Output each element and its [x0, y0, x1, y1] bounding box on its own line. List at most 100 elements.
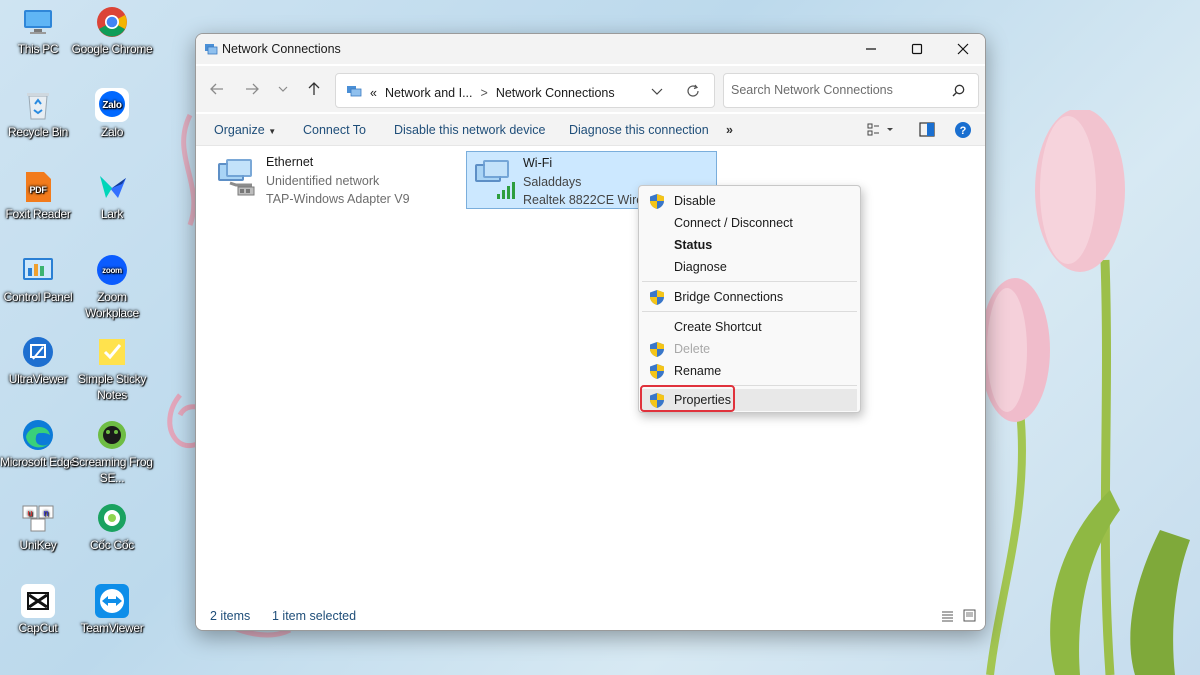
desktop-icon-coccoc[interactable]: Cốc Cốc [70, 501, 154, 553]
diagnose-button[interactable]: Diagnose this connection [569, 123, 709, 137]
coccoc-icon [95, 501, 129, 535]
zoom-icon: zoom [95, 253, 129, 287]
menu-item-status[interactable]: Status [642, 234, 857, 256]
uac-shield-icon [649, 392, 665, 412]
disable-device-button[interactable]: Disable this network device [394, 123, 545, 137]
breadcrumb-separator[interactable]: > [481, 86, 488, 100]
address-dropdown-button[interactable] [651, 85, 663, 100]
menu-separator [642, 281, 857, 282]
wallpaper-tulips [980, 110, 1190, 675]
desktop-icon-label: Recycle Bin [7, 125, 69, 139]
breadcrumb-current[interactable]: Network Connections [496, 86, 615, 100]
back-button[interactable] [205, 78, 229, 100]
menu-item-label: Status [674, 238, 713, 252]
minimize-button[interactable] [848, 34, 894, 64]
desktop-icon-control-panel[interactable]: Control Panel [0, 253, 80, 305]
desktop-icon-label: TeamViewer [80, 621, 144, 635]
search-box[interactable] [723, 73, 979, 108]
recycle-bin-icon [21, 88, 55, 122]
menu-item-connect-disconnect[interactable]: Connect / Disconnect [642, 212, 857, 234]
connection-status: Unidentified network [266, 174, 380, 188]
connections-list: Ethernet Unidentified network TAP-Window… [196, 146, 985, 604]
address-bar[interactable]: « Network and I... > Network Connections [335, 73, 715, 108]
desktop-icon-screaming-frog[interactable]: Screaming Frog SE... [70, 418, 154, 486]
context-menu: Disable Connect / Disconnect Status Diag… [638, 185, 861, 413]
arrow-left-icon [210, 83, 223, 95]
menu-item-bridge-connections[interactable]: Bridge Connections [642, 286, 857, 308]
menu-separator [642, 385, 857, 386]
title-bar[interactable]: Network Connections [196, 34, 985, 64]
desktop-icon-label: UltraViewer [8, 372, 68, 386]
desktop-icon-label: Zoom Workplace [85, 290, 139, 320]
breadcrumb-parent[interactable]: Network and I... [385, 86, 473, 100]
organize-button[interactable]: Organize ▼ [214, 123, 276, 137]
desktop-icon-this-pc[interactable]: This PC [0, 5, 80, 57]
desktop-icon-capcut[interactable]: CapCut [0, 584, 80, 636]
menu-item-properties[interactable]: Properties [642, 389, 857, 411]
unikey-icon: un [21, 501, 55, 535]
chrome-icon [95, 5, 129, 39]
screaming-frog-icon [95, 418, 129, 452]
items-count: 2 items [210, 609, 251, 623]
desktop-icon-simple-sticky-notes[interactable]: Simple Sticky Notes [70, 335, 154, 403]
menu-item-diagnose[interactable]: Diagnose [642, 256, 857, 278]
menu-separator [642, 311, 857, 312]
desktop-icon-lark[interactable]: Lark [70, 170, 154, 222]
details-view-button[interactable] [941, 610, 954, 625]
desktop-icon-zalo[interactable]: Zalo Zalo [70, 88, 154, 140]
menu-item-label: Connect / Disconnect [674, 216, 793, 230]
menu-item-label: Delete [674, 342, 711, 356]
desktop-icon-ultraviewer[interactable]: UltraViewer [0, 335, 80, 387]
teamviewer-icon [95, 584, 129, 618]
desktop-icon-label: Zalo [100, 125, 124, 139]
lark-icon [95, 170, 129, 204]
recent-locations-button[interactable] [271, 78, 295, 100]
organize-label: Organize [214, 123, 265, 137]
desktop-icon-foxit-reader[interactable]: PDF Foxit Reader [0, 170, 80, 222]
desktop-icon-google-chrome[interactable]: Google Chrome [70, 5, 154, 57]
search-input[interactable] [731, 83, 951, 97]
maximize-button[interactable] [894, 34, 940, 64]
large-icons-view-button[interactable] [963, 609, 976, 625]
menu-item-label: Disable [674, 194, 716, 208]
arrow-up-icon [308, 82, 320, 95]
forward-button[interactable] [240, 78, 264, 100]
network-folder-icon [204, 42, 218, 59]
search-icon[interactable] [952, 84, 965, 100]
desktop-icon-unikey[interactable]: un UniKey [0, 501, 80, 553]
close-icon [957, 43, 969, 55]
menu-item-rename[interactable]: Rename [642, 360, 857, 382]
minimize-icon [866, 48, 876, 50]
menu-item-disable[interactable]: Disable [642, 190, 857, 212]
connection-adapter: TAP-Windows Adapter V9 [266, 192, 410, 206]
desktop-icon-teamviewer[interactable]: TeamViewer [70, 584, 154, 636]
desktop-icon-recycle-bin[interactable]: Recycle Bin [0, 88, 80, 140]
up-button[interactable] [302, 78, 326, 100]
desktop-icon-label: Google Chrome [71, 42, 153, 56]
menu-item-label: Rename [674, 364, 722, 378]
desktop-icon-label: Foxit Reader [5, 207, 71, 221]
svg-text:PDF: PDF [29, 185, 47, 195]
desktop-icon-microsoft-edge[interactable]: Microsoft Edge [0, 418, 80, 470]
capcut-icon [21, 584, 55, 618]
close-button[interactable] [940, 34, 985, 64]
desktop-icon-label: This PC [17, 42, 59, 56]
menu-item-create-shortcut[interactable]: Create Shortcut [642, 316, 857, 338]
network-folder-icon [346, 84, 362, 101]
desktop-icon-zoom-workplace[interactable]: zoom Zoom Workplace [70, 253, 154, 321]
connection-status: Saladdays [523, 175, 582, 189]
foxit-icon: PDF [21, 170, 55, 204]
monitor-icon [21, 5, 55, 39]
connect-to-button[interactable]: Connect To [303, 123, 366, 137]
desktop-icon-label: CapCut [18, 621, 58, 635]
control-panel-icon [21, 253, 55, 287]
more-commands-button[interactable]: » [726, 123, 733, 137]
connection-item-ethernet[interactable]: Ethernet Unidentified network TAP-Window… [210, 151, 450, 209]
svg-text:?: ? [960, 125, 967, 137]
help-button[interactable]: ? [954, 121, 972, 142]
breadcrumb-overflow[interactable]: « [370, 86, 377, 100]
refresh-button[interactable] [686, 84, 700, 101]
preview-pane-button[interactable] [919, 122, 935, 140]
zalo-icon: Zalo [95, 88, 129, 122]
change-view-button[interactable] [867, 123, 893, 140]
